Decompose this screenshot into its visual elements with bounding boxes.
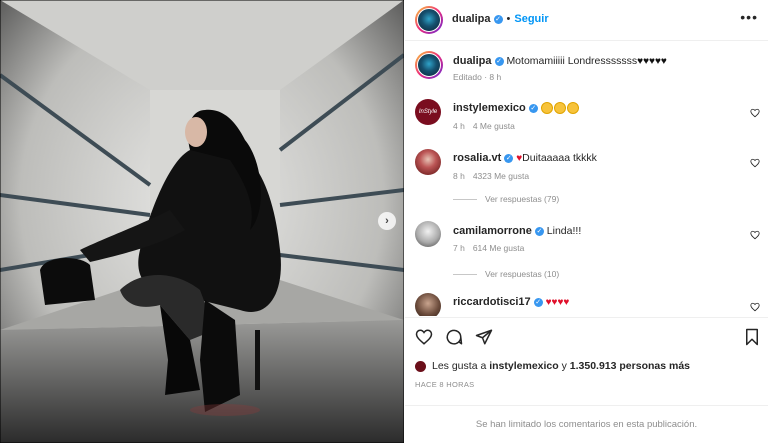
verified-icon: ✓: [533, 297, 543, 307]
view-replies[interactable]: Ver respuestas (10): [453, 269, 559, 279]
header-username[interactable]: dualipa: [452, 13, 491, 25]
heart-eyes-emoji: [540, 102, 553, 115]
black-hearts: ♥♥♥♥♥: [637, 56, 667, 67]
replies-label[interactable]: Ver respuestas (79): [485, 194, 559, 204]
verified-icon: ✓: [534, 226, 544, 236]
red-hearts: ♥♥♥♥: [545, 297, 570, 308]
heart-icon[interactable]: [750, 158, 760, 168]
verified-icon: ✓: [494, 56, 504, 66]
replies-line: [453, 199, 477, 201]
comments-limited-notice: Se han limitado los comentarios en esta …: [405, 405, 768, 444]
likes-user[interactable]: instylemexico: [489, 360, 558, 372]
save-icon[interactable]: [744, 328, 760, 346]
comment-time: 4 h: [453, 121, 465, 131]
replies-label[interactable]: Ver respuestas (10): [485, 269, 559, 279]
likes-count[interactable]: 1.350.913 personas más: [570, 360, 690, 372]
comment-username[interactable]: riccardotisci17: [453, 296, 531, 308]
heart-eyes-emoji: [553, 102, 566, 115]
caption-avatar[interactable]: [415, 51, 443, 79]
comment-text-line: instylemexico ✓: [453, 101, 733, 115]
verified-icon: ✓: [493, 14, 503, 24]
heart-icon[interactable]: [750, 302, 760, 312]
comment-avatar[interactable]: [415, 149, 441, 175]
heart-icon[interactable]: [750, 108, 760, 118]
comment-text-line: rosalia.vt ✓ ♥Duitaaaaa tkkkk: [453, 151, 733, 166]
verified-icon: ✓: [504, 153, 514, 163]
likes-avatar: [415, 360, 426, 372]
more-icon[interactable]: •••: [740, 9, 758, 25]
next-photo-button[interactable]: ›: [378, 212, 396, 230]
comments-list[interactable]: dualipa ✓ Motomamiiiii Londresssssss♥♥♥♥♥…: [405, 41, 768, 316]
comment-likes[interactable]: 614 Me gusta: [473, 243, 525, 253]
comment-username[interactable]: instylemexico: [453, 102, 526, 114]
comment-icon[interactable]: [445, 328, 463, 346]
comment-text-line: camilamorrone ✓ Linda!!!: [453, 224, 733, 238]
header-user: dualipa ✓ • Seguir: [452, 13, 549, 25]
comment-meta: 4 h 4 Me gusta: [453, 121, 523, 131]
comment-username[interactable]: camilamorrone: [453, 225, 532, 237]
caption-text: Motomamiiiii Londresssssss: [506, 55, 638, 67]
heart-icon[interactable]: [750, 230, 760, 240]
follow-button[interactable]: Seguir: [514, 13, 548, 25]
post-photo[interactable]: ›: [0, 0, 404, 443]
author-avatar[interactable]: [415, 6, 443, 34]
comment-likes[interactable]: 4323 Me gusta: [473, 171, 529, 181]
caption-text-line: dualipa ✓ Motomamiiiii Londresssssss♥♥♥♥♥: [453, 54, 733, 69]
next-arrow-icon: ›: [385, 215, 389, 227]
verified-icon: ✓: [528, 103, 538, 113]
caption-edited: Editado · 8 h: [453, 72, 502, 82]
comment-text-line: riccardotisci17 ✓ ♥♥♥♥: [453, 295, 733, 310]
action-bar: [405, 317, 768, 354]
comment-likes[interactable]: 4 Me gusta: [473, 121, 515, 131]
post-side-panel: dualipa ✓ • Seguir ••• dualipa ✓ Motomamiiii…: [405, 0, 768, 443]
likes-summary: Les gusta a instylemexico y 1.350.913 pe…: [415, 360, 690, 372]
heart-eyes-emoji: [566, 102, 579, 115]
header-separator: •: [506, 13, 511, 25]
comment-avatar[interactable]: [415, 221, 441, 247]
comment-text: Duitaaaaa tkkkk: [522, 152, 597, 164]
comment-avatar[interactable]: InStyle: [415, 99, 441, 125]
comment-time: 8 h: [453, 171, 465, 181]
view-replies[interactable]: Ver respuestas (79): [453, 194, 559, 204]
comment-username[interactable]: rosalia.vt: [453, 152, 501, 164]
likes-prefix: Les gusta a: [432, 360, 487, 372]
post-header: dualipa ✓ • Seguir •••: [405, 0, 768, 41]
photo-image: [0, 0, 404, 443]
comment-meta: 8 h 4323 Me gusta: [453, 171, 537, 181]
comment-time: 7 h: [453, 243, 465, 253]
comment-avatar[interactable]: [415, 293, 441, 316]
comment-meta: 7 h 614 Me gusta: [453, 243, 532, 253]
replies-line: [453, 274, 477, 276]
post-time: HACE 8 HORAS: [415, 380, 475, 389]
likes-connector: y: [561, 360, 567, 372]
share-icon[interactable]: [475, 328, 493, 346]
caption-username[interactable]: dualipa: [453, 55, 492, 67]
heart-icon[interactable]: [415, 328, 433, 346]
comment-text: Linda!!!: [546, 225, 582, 237]
